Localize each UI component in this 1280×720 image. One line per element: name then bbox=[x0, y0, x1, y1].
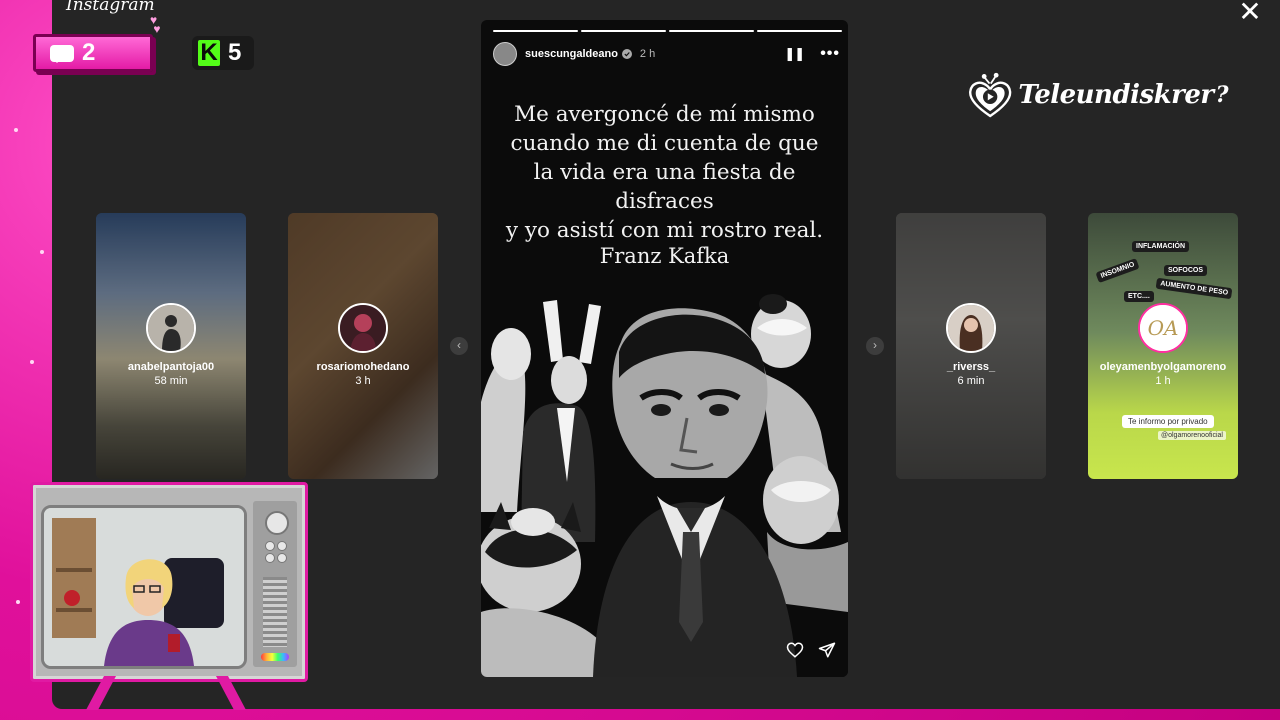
story-time: 1 h bbox=[1155, 375, 1171, 387]
tv-speaker-grill bbox=[263, 577, 287, 647]
main-story[interactable]: suescungaldeano 2 h ❚❚ ••• Me avergoncé … bbox=[481, 20, 848, 677]
tv-knob-icon bbox=[265, 511, 289, 535]
quote-line: la vida era una fiesta de disfraces bbox=[533, 160, 796, 214]
avatar[interactable] bbox=[493, 42, 517, 66]
sparkle-dot bbox=[30, 360, 34, 364]
kick-logo-icon: K bbox=[198, 40, 220, 66]
pause-icon[interactable]: ❚❚ bbox=[784, 46, 805, 62]
app-title: Instagram bbox=[66, 0, 155, 15]
story-username: rosariomohedano bbox=[316, 361, 410, 373]
chat-counter-badge: 2 bbox=[33, 34, 153, 72]
hearts-icon: ♥ ♥ bbox=[150, 13, 161, 36]
story-username: oleyamenbyolgamoreno bbox=[1099, 361, 1227, 373]
quote-line: Me avergoncé de mí mismo bbox=[514, 102, 815, 127]
chevron-right-icon[interactable]: › bbox=[866, 337, 884, 355]
info-tag: Te informo por privado bbox=[1122, 415, 1214, 428]
avatar bbox=[946, 303, 996, 353]
story-card-oleyamenbyolgamoreno[interactable]: INFLAMACIÓN INSOMNIO SOFOCOS AUMENTO DE … bbox=[1088, 213, 1238, 479]
chat-bubble-icon bbox=[50, 44, 74, 63]
tv-legs bbox=[86, 676, 246, 710]
send-icon[interactable] bbox=[818, 641, 836, 659]
story-time: 3 h bbox=[355, 375, 371, 387]
sticker: SOFOCOS bbox=[1164, 265, 1208, 276]
heart-icon[interactable] bbox=[786, 641, 804, 659]
progress-segment bbox=[669, 30, 754, 32]
webcam-tv-frame bbox=[30, 482, 308, 682]
progress-segment bbox=[493, 30, 578, 32]
story-actions bbox=[786, 641, 836, 659]
story-card-anabelpantoja00[interactable]: anabelpantoja00 58 min bbox=[96, 213, 246, 479]
svg-text:OA: OA bbox=[1148, 316, 1179, 340]
quote-line: cuando me di cuenta de que bbox=[510, 131, 819, 156]
more-icon[interactable]: ••• bbox=[820, 45, 840, 63]
story-card-riverss[interactable]: _riverss_ 6 min bbox=[896, 213, 1046, 479]
quote-author: Franz Kafka bbox=[599, 244, 730, 268]
webcam-feed bbox=[41, 505, 247, 669]
story-username: anabelpantoja00 bbox=[127, 361, 215, 373]
sparkle-dot bbox=[40, 250, 44, 254]
sticker: INSOMNIO bbox=[1095, 257, 1140, 284]
rainbow-decoration bbox=[261, 653, 289, 661]
sparkle-dot bbox=[14, 128, 18, 132]
story-quote: Me avergoncé de mí mismo cuando me di cu… bbox=[481, 100, 848, 245]
brand-suffix: ? bbox=[1215, 82, 1229, 108]
progress-segment bbox=[581, 30, 666, 32]
kafka-masks-collage bbox=[481, 282, 848, 677]
heart-play-logo-icon bbox=[969, 72, 1012, 118]
sticker: INFLAMACIÓN bbox=[1132, 241, 1189, 252]
story-time: 2 h bbox=[639, 48, 656, 60]
verified-icon bbox=[621, 49, 632, 59]
sticker-group: INFLAMACIÓN INSOMNIO SOFOCOS AUMENTO DE … bbox=[1088, 213, 1238, 313]
story-header: suescungaldeano 2 h ❚❚ ••• bbox=[493, 42, 840, 66]
story-time: 58 min bbox=[154, 375, 188, 387]
sticker: AUMENTO DE PESO bbox=[1155, 277, 1233, 300]
tv-control-panel bbox=[253, 501, 297, 667]
tv-buttons-icon bbox=[265, 541, 287, 563]
avatar: OA bbox=[1138, 303, 1188, 353]
story-username[interactable]: suescungaldeano bbox=[525, 48, 618, 60]
avatar bbox=[146, 303, 196, 353]
avatar bbox=[338, 303, 388, 353]
story-time: 6 min bbox=[957, 375, 985, 387]
chevron-left-icon[interactable]: ‹ bbox=[450, 337, 468, 355]
quote-line: y yo asistí con mi rostro real. bbox=[505, 218, 824, 243]
sticker: ETC.... bbox=[1124, 291, 1154, 302]
chat-count: 2 bbox=[82, 39, 96, 66]
story-progress-bar bbox=[493, 30, 842, 32]
kick-counter-badge: K 5 bbox=[192, 36, 254, 70]
sparkle-dot bbox=[16, 600, 20, 604]
story-card-rosariomohedano[interactable]: rosariomohedano 3 h bbox=[288, 213, 438, 479]
handle-tag: @olgamorenooficial bbox=[1158, 431, 1226, 440]
kick-count: 5 bbox=[228, 39, 242, 66]
story-username: _riverss_ bbox=[946, 361, 996, 373]
brand-name: Teleundiskrer bbox=[1018, 80, 1214, 110]
brand-logo: Teleundiskrer ? bbox=[968, 55, 1229, 135]
progress-segment bbox=[757, 30, 842, 32]
close-icon[interactable]: ✕ bbox=[1236, 0, 1264, 28]
